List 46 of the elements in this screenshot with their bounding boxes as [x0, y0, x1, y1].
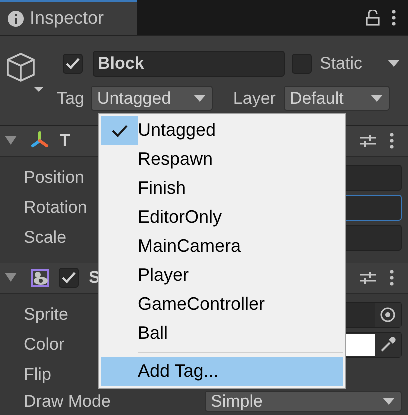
- menu-item[interactable]: GameController: [101, 290, 343, 319]
- caret-icon: [370, 94, 383, 102]
- enabled-checkbox[interactable]: [59, 268, 79, 288]
- name-field[interactable]: Block: [93, 50, 285, 76]
- menu-item[interactable]: EditorOnly: [101, 203, 343, 232]
- field-label: Rotation: [24, 198, 88, 218]
- field-label: Flip: [24, 365, 52, 385]
- more-icon[interactable]: [390, 133, 394, 149]
- collapse-triangle-icon[interactable]: [5, 136, 17, 146]
- static-label: Static: [320, 54, 363, 74]
- tag-label: Tag: [57, 88, 84, 108]
- active-checkbox[interactable]: [63, 54, 83, 74]
- draw-mode-dropdown[interactable]: Simple: [205, 391, 402, 412]
- field-label: Sprite: [24, 305, 68, 325]
- more-icon[interactable]: [392, 10, 396, 26]
- menu-item[interactable]: Ball: [101, 319, 343, 348]
- info-icon: [8, 10, 24, 26]
- caret-icon[interactable]: [388, 60, 400, 68]
- caret-icon: [194, 94, 206, 102]
- field-label: Position: [24, 168, 84, 188]
- menu-item[interactable]: Finish: [101, 174, 343, 203]
- menu-item[interactable]: Player: [101, 261, 343, 290]
- collapse-triangle-icon[interactable]: [5, 273, 17, 283]
- add-tag-item[interactable]: Add Tag...: [101, 357, 343, 386]
- component-title: T: [60, 131, 70, 151]
- static-checkbox[interactable]: [292, 54, 312, 74]
- sprite-icon: [30, 268, 50, 288]
- tag-dropdown[interactable]: Untagged: [91, 86, 214, 111]
- inspector-tab[interactable]: Inspector: [0, 0, 137, 35]
- field-label: Scale: [24, 228, 67, 248]
- menu-item[interactable]: MainCamera: [101, 232, 343, 261]
- presets-icon[interactable]: [360, 134, 376, 148]
- more-icon[interactable]: [390, 270, 394, 286]
- layer-label: Layer: [233, 88, 276, 108]
- lock-icon[interactable]: [366, 10, 380, 26]
- presets-icon[interactable]: [360, 271, 376, 285]
- eyedropper-icon[interactable]: [380, 337, 396, 353]
- target-icon[interactable]: [380, 307, 396, 323]
- field-label: Draw Mode: [24, 392, 111, 412]
- caret-icon: [383, 398, 395, 406]
- check-icon: [112, 124, 128, 138]
- menu-item[interactable]: Untagged: [101, 116, 343, 145]
- layer-dropdown[interactable]: Default: [284, 86, 390, 111]
- field-label: Color: [24, 335, 65, 355]
- menu-item[interactable]: Respawn: [101, 145, 343, 174]
- window-title: Inspector: [30, 8, 104, 29]
